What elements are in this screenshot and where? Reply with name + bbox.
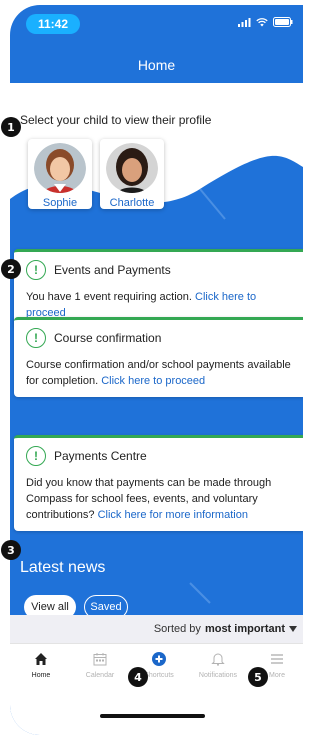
- status-time: 11:42: [26, 14, 80, 34]
- saved-button[interactable]: Saved: [84, 595, 128, 615]
- child-card-sophie[interactable]: Sophie: [28, 139, 92, 209]
- card-body: You have 1 event requiring action.: [26, 291, 192, 303]
- home-icon: [35, 653, 47, 665]
- tab-home[interactable]: Home: [12, 652, 70, 679]
- card-title: Events and Payments: [54, 263, 171, 277]
- sort-prefix: Sorted by: [153, 623, 201, 635]
- tab-label: More: [269, 672, 285, 679]
- child-select-prompt: Select your child to view their profile: [20, 113, 212, 127]
- battery-icon: [273, 17, 293, 27]
- status-bar: 11:42: [10, 5, 303, 39]
- avatar: [106, 143, 158, 193]
- alert-icon: !: [26, 260, 46, 280]
- more-info-link[interactable]: Click here for more information: [98, 509, 248, 521]
- menu-icon: [271, 654, 283, 664]
- payments-centre-card[interactable]: ! Payments Centre Did you know that paym…: [14, 435, 303, 531]
- bottom-tab-bar: Home Calendar Shortcuts Notifications Mo…: [10, 643, 303, 735]
- latest-news-heading: Latest news: [20, 559, 106, 576]
- alert-icon: !: [26, 446, 46, 466]
- home-content[interactable]: Select your child to view their profile …: [10, 83, 303, 615]
- callout-badge-2: 2: [1, 259, 21, 279]
- callout-badge-1: 1: [1, 117, 21, 137]
- child-name: Charlotte: [109, 197, 155, 209]
- card-title: Course confirmation: [54, 331, 162, 345]
- card-title: Payments Centre: [54, 449, 147, 463]
- child-card-charlotte[interactable]: Charlotte: [100, 139, 164, 209]
- tab-calendar[interactable]: Calendar: [71, 652, 129, 679]
- calendar-icon: [93, 653, 107, 666]
- phone-screen: 11:42 Home Select your child to view the…: [10, 5, 303, 735]
- status-icons: [238, 17, 293, 27]
- sort-bar[interactable]: Sorted by most important: [10, 615, 303, 643]
- tab-label: Shortcuts: [144, 672, 174, 679]
- tab-label: Home: [31, 672, 51, 679]
- proceed-link[interactable]: Click here to proceed: [101, 375, 205, 387]
- avatar: [34, 143, 86, 193]
- home-indicator[interactable]: [100, 714, 205, 718]
- course-confirmation-card[interactable]: ! Course confirmation Course confirmatio…: [14, 317, 303, 397]
- tab-label: Calendar: [85, 672, 115, 679]
- child-name: Sophie: [42, 197, 78, 209]
- wifi-icon: [256, 17, 268, 26]
- callout-badge-5: 5: [248, 667, 268, 687]
- page-title: Home: [137, 57, 176, 73]
- plus-circle-icon: [152, 652, 166, 666]
- callout-badge-3: 3: [1, 540, 21, 560]
- caret-down-icon: [289, 626, 297, 632]
- view-all-button[interactable]: View all: [24, 595, 76, 615]
- signal-icon: [238, 17, 251, 27]
- sort-value: most important: [204, 623, 285, 635]
- alert-icon: !: [26, 328, 46, 348]
- tab-label: Notifications: [198, 672, 238, 679]
- bell-icon: [211, 653, 225, 666]
- tab-notifications[interactable]: Notifications: [189, 652, 247, 679]
- callout-badge-4: 4: [128, 667, 148, 687]
